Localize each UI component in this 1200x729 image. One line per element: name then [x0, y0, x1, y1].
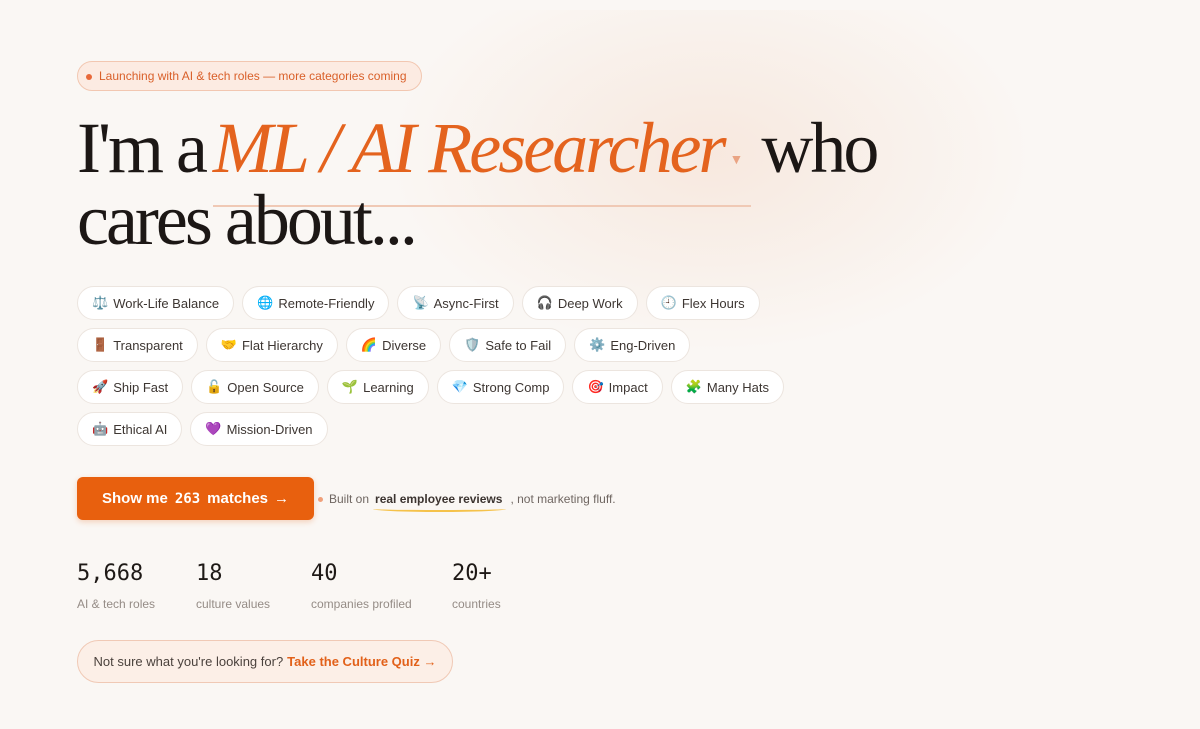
note-after: , not marketing fluff. [510, 492, 616, 506]
value-chip-impact[interactable]: 🎯 Impact [572, 370, 663, 404]
stat-values: 18 culture values [196, 561, 270, 611]
reviews-note: Built on real employee reviews , not mar… [318, 492, 616, 512]
value-chip-ship-fast[interactable]: 🚀 Ship Fast [77, 370, 184, 404]
launch-badge: Launching with AI & tech roles — more ca… [77, 61, 422, 91]
value-chip-ethical-ai[interactable]: 🤖 Ethical AI [77, 412, 183, 446]
chip-label: Many Hats [706, 379, 770, 395]
gear-icon: ⚙️ [589, 337, 606, 352]
headline: I'm a ML / AI Researcher ▼ who cares abo… [77, 108, 879, 256]
door-icon: 🚪 [92, 337, 109, 352]
chip-label: Ethical AI [113, 421, 168, 437]
chip-label: Remote-Friendly [278, 295, 375, 311]
value-chip-work-life-balance[interactable]: ⚖️ Work-Life Balance [77, 286, 235, 320]
value-chip-transparent[interactable]: 🚪 Transparent [77, 328, 198, 362]
puzzle-icon: 🧩 [685, 379, 702, 394]
chip-row: 🚀 Ship Fast 🔓 Open Source 🌱 Learning 💎 Stron… [77, 370, 797, 404]
stat-value: 5,668 [77, 561, 144, 586]
value-chip-strong-comp[interactable]: 💎 Strong Comp [436, 370, 565, 404]
launch-badge-text: Launching with AI & tech roles — more ca… [99, 69, 407, 83]
quiz-prompt: Not sure what you're looking for? [93, 654, 284, 669]
note-emphasis: real employee reviews [373, 492, 507, 512]
headline-line-1: I'm a ML / AI Researcher ▼ who [77, 108, 879, 207]
culture-values-list: ⚖️ Work-Life Balance 🌐 Remote-Friendly 📡 As… [77, 286, 797, 454]
chip-label: Diverse [382, 337, 427, 353]
value-chip-flex-hours[interactable]: 🕘 Flex Hours [645, 286, 760, 320]
value-chip-eng-driven[interactable]: ⚙️ Eng-Driven [574, 328, 691, 362]
culture-quiz-banner: Not sure what you're looking for? Take t… [77, 640, 453, 683]
value-chip-async-first[interactable]: 📡 Async-First [397, 286, 514, 320]
stat-companies: 40 companies profiled [311, 561, 412, 611]
stat-label: AI & tech roles [77, 597, 156, 611]
chip-label: Work-Life Balance [113, 295, 220, 311]
globe-icon: 🌐 [257, 295, 274, 310]
chip-row: ⚖️ Work-Life Balance 🌐 Remote-Friendly 📡 As… [77, 286, 797, 320]
robot-icon: 🤖 [92, 421, 109, 436]
value-chip-deep-work[interactable]: 🎧 Deep Work [521, 286, 638, 320]
rocket-icon: 🚀 [92, 379, 109, 394]
stat-value: 40 [311, 561, 338, 586]
chip-label: Impact [608, 379, 648, 395]
note-dot [318, 496, 323, 502]
value-chip-mission-driven[interactable]: 💜 Mission-Driven [190, 412, 328, 446]
unlocked-icon: 🔓 [206, 379, 223, 394]
headline-prefix: I'm a [77, 108, 208, 188]
chip-label: Eng-Driven [610, 337, 676, 353]
culture-quiz-link[interactable]: Take the Culture Quiz → [287, 654, 436, 669]
headphones-icon: 🎧 [536, 295, 553, 310]
value-chip-many-hats[interactable]: 🧩 Many Hats [670, 370, 785, 404]
cta-prefix: Show me [101, 490, 168, 507]
chip-label: Flat Hierarchy [241, 337, 323, 353]
headline-suffix: who [761, 108, 879, 188]
balance-scale-icon: ⚖️ [92, 295, 109, 310]
chip-row: 🚪 Transparent 🤝 Flat Hierarchy 🌈 Diverse 🛡️… [77, 328, 797, 362]
arrow-right-icon: → [274, 490, 290, 507]
seedling-icon: 🌱 [341, 379, 359, 394]
rainbow-icon: 🌈 [360, 337, 378, 352]
note-before: Built on [329, 492, 370, 506]
stat-value: 18 [196, 561, 223, 586]
cta-suffix: matches [207, 490, 269, 507]
chip-label: Open Source [227, 379, 304, 395]
purple-heart-icon: 💜 [205, 421, 222, 436]
chip-label: Ship Fast [113, 379, 169, 395]
stat-label: countries [452, 597, 501, 611]
target-icon: 🎯 [587, 379, 604, 394]
status-dot [86, 74, 92, 80]
chip-label: Mission-Driven [226, 421, 313, 437]
value-chip-flat-hierarchy[interactable]: 🤝 Flat Hierarchy [205, 328, 338, 362]
stat-countries: 20+ countries [452, 561, 501, 611]
handshake-icon: 🤝 [220, 337, 237, 352]
caret-down-icon: ▼ [729, 153, 744, 168]
gem-icon: 💎 [451, 379, 468, 394]
chip-row: 🤖 Ethical AI 💜 Mission-Driven [77, 412, 797, 446]
value-chip-learning[interactable]: 🌱 Learning [326, 370, 429, 404]
satellite-dish-icon: 📡 [412, 295, 429, 310]
clock-icon: 🕘 [660, 295, 677, 310]
chip-label: Deep Work [557, 295, 623, 311]
chip-label: Safe to Fail [485, 337, 552, 353]
stat-value: 20+ [452, 561, 492, 586]
chip-label: Async-First [433, 295, 499, 311]
show-matches-button[interactable]: Show me 263 matches → [77, 477, 314, 520]
chip-label: Strong Comp [472, 379, 550, 395]
role-selector-value: ML / AI Researcher [212, 108, 727, 188]
value-chip-open-source[interactable]: 🔓 Open Source [191, 370, 319, 404]
chip-label: Transparent [113, 337, 183, 353]
stat-label: companies profiled [311, 597, 412, 611]
shield-icon: 🛡️ [464, 337, 481, 352]
chip-label: Flex Hours [681, 295, 745, 311]
value-chip-diverse[interactable]: 🌈 Diverse [345, 328, 442, 362]
value-chip-safe-to-fail[interactable]: 🛡️ Safe to Fail [449, 328, 567, 362]
match-count: 263 [174, 490, 201, 507]
value-chip-remote-friendly[interactable]: 🌐 Remote-Friendly [242, 286, 390, 320]
stat-roles: 5,668 AI & tech roles [77, 561, 155, 611]
stat-label: culture values [196, 597, 271, 611]
chip-label: Learning [363, 379, 414, 395]
